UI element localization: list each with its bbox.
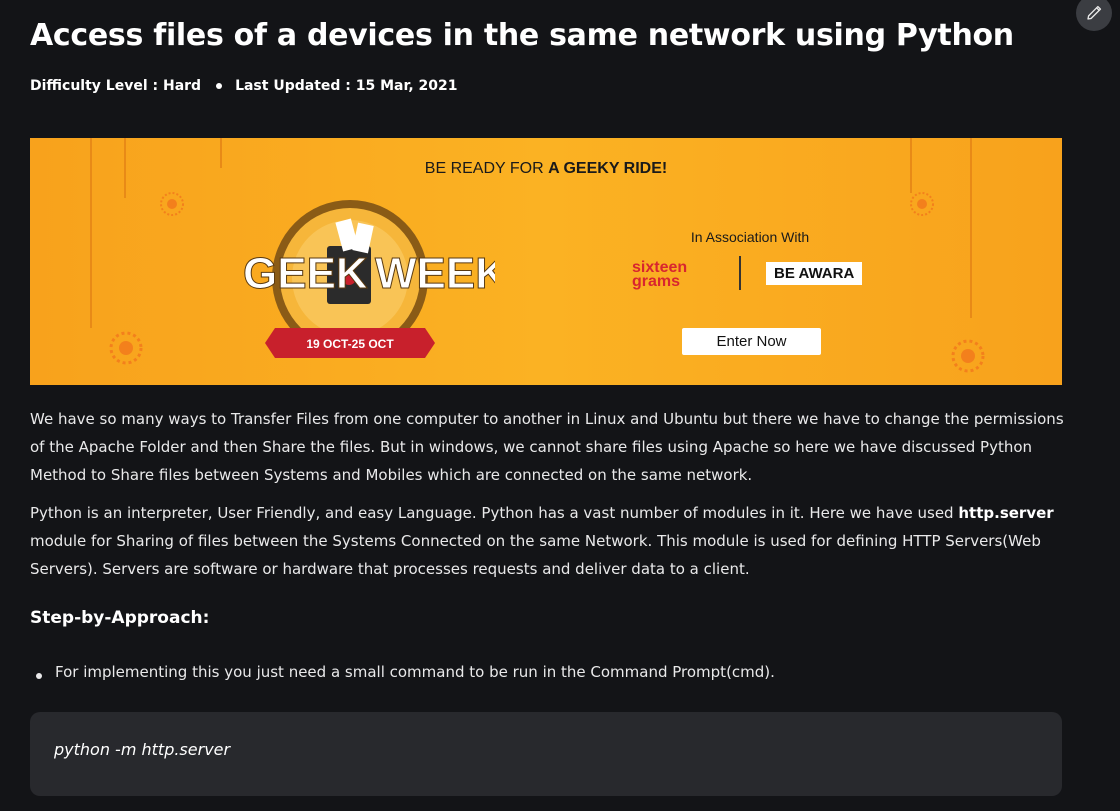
pencil-icon	[1087, 5, 1102, 20]
module-paragraph: Python is an interpreter, User Friendly,…	[30, 499, 1065, 583]
meta-separator-dot	[216, 83, 223, 89]
list-item: For implementing this you just need a sm…	[36, 663, 775, 681]
sun-decoration-icon	[951, 339, 985, 373]
banner-headline-prefix: BE READY FOR	[424, 160, 549, 177]
article-meta: Difficulty Level : Hard Last Updated : 1…	[30, 78, 457, 94]
last-updated: Last Updated : 15 Mar, 2021	[235, 78, 458, 94]
sponsor-be-awara: BE AWARA	[766, 262, 863, 285]
sun-decoration-icon	[910, 192, 934, 216]
code-line[interactable]: python -m http.server	[54, 740, 230, 759]
sun-decoration-icon	[160, 192, 184, 216]
banner-headline-bold: A GEEKY RIDE!	[548, 160, 668, 177]
sponsor-sixteen-grams: sixteen grams	[632, 259, 688, 290]
sun-decoration-icon	[109, 331, 143, 365]
sponsor-divider	[739, 256, 741, 290]
section-heading: Step-by-Approach:	[30, 608, 210, 628]
association-label: In Association With	[690, 229, 810, 245]
module-name: http.server	[958, 504, 1054, 522]
geek-week-banner[interactable]: BE READY FOR A GEEKY RIDE! GEEK WEEK 19 …	[30, 138, 1062, 385]
enter-now-button[interactable]: Enter Now	[682, 328, 821, 355]
module-paragraph-text: Python is an interpreter, User Friendly,…	[30, 504, 959, 522]
module-paragraph-text-end: module for Sharing of files between the …	[30, 532, 1041, 578]
geek-week-logo: GEEK WEEK 19 OCT-25 OCT	[243, 200, 495, 358]
edit-button[interactable]	[1076, 0, 1112, 31]
intro-paragraph: We have so many ways to Transfer Files f…	[30, 410, 1064, 484]
logo-text-right: WEEK	[375, 249, 495, 298]
difficulty-level: Difficulty Level : Hard	[30, 78, 202, 94]
logo-text-left: GEEK	[243, 249, 368, 298]
logo-dates: 19 OCT-25 OCT	[306, 337, 394, 351]
article-title: Access files of a devices in the same ne…	[30, 18, 1014, 53]
code-block[interactable]: python -m http.server	[30, 712, 1062, 796]
banner-headline: BE READY FOR A GEEKY RIDE!	[30, 160, 1062, 178]
